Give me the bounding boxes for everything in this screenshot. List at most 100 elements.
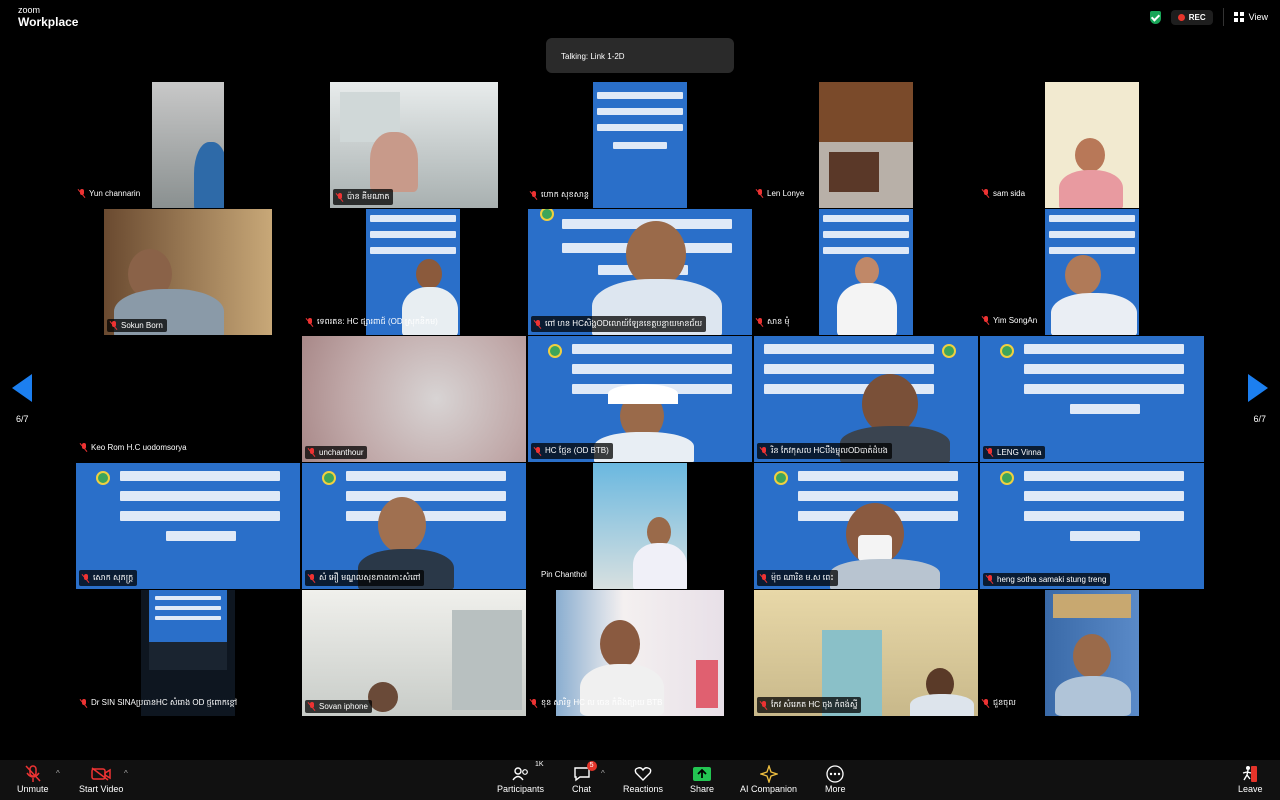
participant-name: Sokun Born	[107, 319, 167, 332]
more-button[interactable]: More	[825, 764, 846, 794]
video-tile[interactable]: សោក សុភក្រ្ត	[76, 463, 300, 589]
meeting-toolbar: Unmute ^ Start Video ^ 1K Participants 5…	[0, 760, 1280, 800]
chat-options-caret-icon[interactable]: ^	[601, 769, 605, 778]
heart-icon	[634, 767, 652, 781]
video-tile[interactable]: heng sotha samaki stung treng	[980, 463, 1204, 589]
mic-muted-icon	[80, 443, 88, 452]
recording-indicator[interactable]: REC	[1170, 9, 1213, 25]
participant-name: Yun channarin	[78, 189, 140, 198]
video-tile[interactable]: unchanthour	[302, 336, 526, 462]
participant-name: ជួនចុល	[982, 697, 1016, 709]
previous-page-arrow-icon[interactable]	[12, 374, 32, 402]
mic-muted-icon	[308, 702, 316, 711]
video-tile[interactable]: សំ អឿ មណ្ឌលសុខភាពកោះសំពៅ	[302, 463, 526, 589]
unmute-button[interactable]: Unmute	[17, 764, 49, 794]
video-tile[interactable]	[593, 463, 687, 589]
video-tile[interactable]	[1045, 82, 1139, 208]
leave-button[interactable]: Leave	[1238, 764, 1263, 794]
reactions-button[interactable]: Reactions	[623, 764, 663, 794]
talking-indicator: Talking: Link 1-2D	[546, 38, 734, 73]
brand-big: Workplace	[18, 15, 79, 29]
mic-muted-icon	[986, 448, 994, 457]
video-tile[interactable]: ម៉ុច ណារិន ម.ស ពេះ	[754, 463, 978, 589]
rec-label: REC	[1188, 12, 1206, 22]
chat-label: Chat	[572, 784, 592, 794]
leave-label: Leave	[1238, 784, 1263, 794]
more-label: More	[825, 784, 846, 794]
participant-name: ពៅ ហន HCសិង្ហODលោយ៍ឡែនខេត្តបន្ទាយមានជ័យ	[531, 316, 707, 332]
mic-muted-icon	[534, 319, 542, 329]
participants-icon	[511, 767, 528, 781]
mic-muted-icon	[308, 448, 316, 457]
video-tile[interactable]: ប៉ាន គីមណាត	[330, 82, 498, 208]
view-button[interactable]: View	[1233, 12, 1268, 22]
encryption-shield-icon[interactable]	[1149, 10, 1161, 24]
mic-muted-icon	[336, 192, 344, 202]
mic-muted-icon	[756, 317, 764, 327]
share-screen-icon	[693, 767, 712, 781]
page-indicator-right: 6/7	[1253, 414, 1266, 424]
participant-name: សោក សុភក្រ្ត	[79, 570, 138, 586]
participant-name: Len Lonye	[756, 189, 804, 198]
top-bar: zoom Workplace REC View	[0, 0, 1280, 34]
mic-muted-icon	[78, 189, 86, 198]
participants-count: 1K	[534, 761, 544, 768]
participant-name: heng sotha samaki stung treng	[983, 573, 1111, 586]
mic-muted-icon	[530, 698, 538, 708]
participant-name: unchanthour	[305, 446, 368, 459]
video-tile[interactable]	[593, 82, 687, 208]
page-indicator-left: 6/7	[16, 414, 29, 424]
participant-name: Dr SIN SINAប្រធានHC សំរោង OD ថ្មពោកខ្ពៅ	[80, 697, 237, 709]
video-tile[interactable]	[152, 82, 224, 208]
share-label: Share	[690, 784, 715, 794]
participant-name: Sovan iphone	[305, 700, 372, 713]
mic-muted-icon	[306, 317, 314, 327]
mic-muted-icon	[760, 700, 768, 710]
participant-name: រិន កែវកុសល HCបឹងម្ចុលODបាត់ដំបង	[757, 443, 892, 459]
video-tile[interactable]: Sokun Born	[104, 209, 272, 335]
chat-badge: 5	[586, 761, 597, 771]
video-tile[interactable]: រិន កែវកុសល HCបឹងម្ចុលODបាត់ដំបង	[754, 336, 978, 462]
mic-muted-icon	[756, 189, 764, 198]
mic-muted-icon	[760, 573, 768, 583]
participant-name: សាន មុំ	[756, 316, 790, 328]
video-options-caret-icon[interactable]: ^	[124, 769, 128, 778]
video-tile[interactable]	[1045, 590, 1139, 716]
start-video-button[interactable]: Start Video	[79, 764, 123, 794]
chat-button[interactable]: 5 Chat	[572, 761, 597, 794]
ai-companion-label: AI Companion	[740, 784, 798, 794]
participants-button[interactable]: 1K Participants	[497, 761, 544, 794]
share-button[interactable]: Share	[690, 764, 714, 794]
participant-name: ប៉ាន គីមណាត	[333, 189, 394, 205]
mic-muted-icon	[982, 698, 990, 708]
mic-muted-icon	[110, 321, 118, 330]
video-tile[interactable]	[1045, 209, 1139, 335]
zoom-logo: zoom Workplace	[18, 6, 79, 29]
video-tile[interactable]: កែវ សំរេភត HC ចុង កំពង់ស្នី	[754, 590, 978, 716]
video-tile[interactable]	[819, 82, 913, 208]
video-tile[interactable]: HC ថ្មែន (OD BTB)	[528, 336, 752, 462]
participant-name: ហោក សុខសាន្ត	[530, 189, 589, 201]
mic-muted-icon	[982, 189, 990, 198]
mic-muted-icon	[308, 573, 316, 583]
participant-name: សំ អឿ មណ្ឌលសុខភាពកោះសំពៅ	[305, 570, 425, 586]
mic-muted-icon	[982, 316, 990, 325]
participant-name: sam sida	[982, 189, 1025, 198]
participant-name: HC ថ្មែន (OD BTB)	[531, 443, 613, 459]
participant-name: កែវ សំរេភត HC ចុង កំពង់ស្នី	[757, 697, 862, 713]
video-tile[interactable]: Sovan iphone	[302, 590, 526, 716]
ai-companion-button[interactable]: AI Companion	[740, 764, 797, 794]
participant-name: ទេពរតន: HC ផ្សារពាជ៍ (OD ស្រុកនិកម)	[306, 316, 438, 328]
unmute-label: Unmute	[17, 784, 49, 794]
ai-sparkle-icon	[759, 765, 778, 783]
next-page-arrow-icon[interactable]	[1248, 374, 1268, 402]
more-icon	[826, 765, 844, 783]
participant-name: LENG Vinna	[983, 446, 1046, 459]
mic-muted-icon	[534, 446, 542, 456]
leave-icon	[1243, 766, 1258, 782]
participant-name: Pin Chanthol	[541, 570, 587, 579]
video-tile[interactable]: LENG Vinna	[980, 336, 1204, 462]
audio-options-caret-icon[interactable]: ^	[56, 769, 60, 778]
video-tile[interactable]: ពៅ ហន HCសិង្ហODលោយ៍ឡែនខេត្តបន្ទាយមានជ័យ	[528, 209, 752, 335]
video-tile[interactable]	[819, 209, 913, 335]
